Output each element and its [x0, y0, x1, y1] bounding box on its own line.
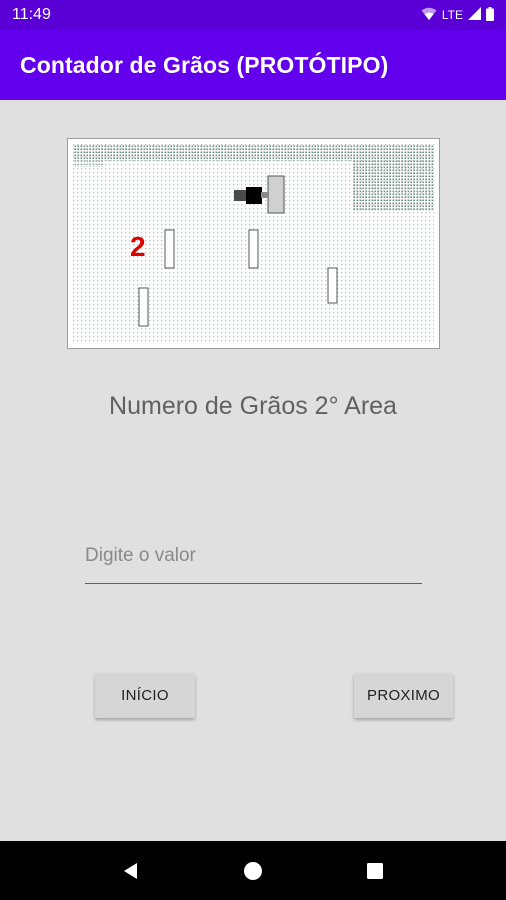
start-button[interactable]: INÍCIO — [95, 673, 195, 718]
grain-sample-image: 2 — [67, 138, 440, 349]
counting-cell — [248, 229, 259, 269]
counting-cell — [138, 287, 149, 327]
content-area: 2 Numero de Grãos 2° Area INÍCIO PROXIMO — [0, 100, 506, 841]
navigation-bar — [0, 841, 506, 900]
app-bar: Contador de Grãos (PROTÓTIPO) — [0, 30, 506, 100]
area-heading: Numero de Grãos 2° Area — [109, 392, 397, 420]
status-bar: 11:49 LTE — [0, 0, 506, 30]
battery-icon — [486, 6, 494, 24]
recents-icon[interactable] — [355, 851, 395, 891]
signal-icon — [468, 7, 481, 23]
area-number-label: 2 — [130, 231, 146, 262]
home-icon[interactable] — [233, 851, 273, 891]
next-button[interactable]: PROXIMO — [354, 673, 453, 718]
counting-cell — [164, 229, 175, 269]
status-icons: LTE — [421, 6, 494, 24]
wifi-icon — [421, 7, 437, 24]
grain-count-input[interactable] — [85, 528, 422, 584]
counting-cell — [327, 267, 338, 304]
app-title: Contador de Grãos (PROTÓTIPO) — [20, 51, 389, 78]
back-icon[interactable] — [111, 851, 151, 891]
status-time: 11:49 — [12, 6, 51, 23]
active-cell — [267, 175, 285, 214]
network-label: LTE — [441, 8, 463, 22]
